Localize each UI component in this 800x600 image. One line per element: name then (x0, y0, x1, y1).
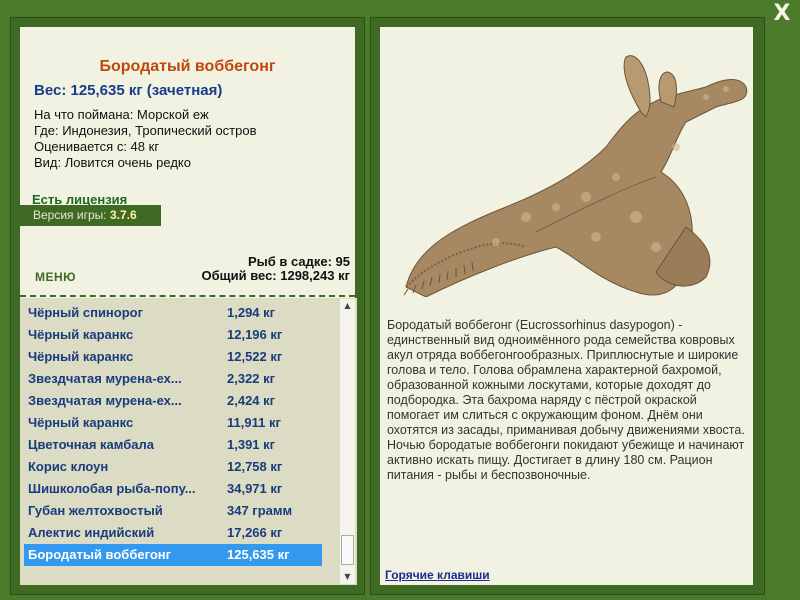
wobbegong-body (403, 55, 748, 297)
catch-fish-name: Звездчатая мурена-ех... (28, 393, 182, 408)
catch-fish-name: Чёрный каранкс (28, 327, 134, 342)
catch-fish-name: Губан желтохвостый (28, 503, 163, 518)
close-button[interactable]: X (772, 3, 792, 25)
catch-list-row[interactable]: Цветочная камбала 1,391 кг (24, 434, 322, 456)
catch-list-row[interactable]: Чёрный каранкс 12,522 кг (24, 346, 322, 368)
catch-list-items: Чёрный спинорог 1,294 кг Чёрный каранкс 12,… (20, 298, 340, 585)
catch-list-row[interactable]: Корис клоун 12,758 кг (24, 456, 322, 478)
catch-list-row[interactable]: Шишколобая рыба-попу... 34,971 кг (24, 478, 322, 500)
catch-fish-weight: 17,266 кг (227, 525, 283, 540)
catch-fish-name: Чёрный спинорог (28, 305, 144, 320)
menu-button[interactable]: МЕНЮ (35, 270, 76, 284)
catch-fish-weight: 34,971 кг (227, 481, 283, 496)
catch-fish-name: Чёрный каранкс (28, 415, 134, 430)
scrollbar-thumb[interactable] (341, 535, 354, 565)
hotkeys-link[interactable]: Горячие клавиши (385, 568, 490, 582)
left-panel: Бородатый воббегонг Вес: 125,635 кг (зач… (10, 17, 365, 595)
fish-rarity: Вид: Ловится очень редко (34, 155, 191, 170)
catch-fish-weight: 2,424 кг (227, 393, 276, 408)
catch-fish-name: Шишколобая рыба-попу... (28, 481, 196, 496)
catch-list-row[interactable]: Звездчатая мурена-ех... 2,322 кг (24, 368, 322, 390)
catch-fish-name: Корис клоун (28, 459, 109, 474)
catch-list-row[interactable]: Звездчатая мурена-ех... 2,424 кг (24, 390, 322, 412)
wobbegong-image (403, 55, 748, 297)
fish-value: Оценивается с: 48 кг (34, 139, 160, 154)
catch-fish-weight: 125,635 кг (227, 547, 290, 562)
scrollbar[interactable]: ▲ ▼ (340, 299, 355, 584)
fish-info-card: Бородатый воббегонг Вес: 125,635 кг (зач… (19, 27, 355, 298)
total-weight: Общий вес: 1298,243 кг (201, 268, 350, 283)
fish-description: Бородатый воббегонг (Eucrossorhinus dasy… (387, 318, 745, 482)
fish-location: Где: Индонезия, Тропический остров (34, 123, 257, 138)
catch-fish-weight: 1,294 кг (227, 305, 276, 320)
catch-list: Чёрный спинорог 1,294 кг Чёрный каранкс 12,… (20, 298, 357, 585)
catch-fish-weight: 1,391 кг (227, 437, 276, 452)
fish-bait: На что поймана: Морской еж (34, 107, 209, 122)
version-number: 3.7.6 (109, 208, 137, 222)
fish-detail-card: Бородатый воббегонг (Eucrossorhinus dasy… (380, 27, 753, 585)
catch-fish-name: Бородатый воббегонг (28, 547, 172, 562)
version-badge: Версия игры: 3.7.6 (19, 205, 161, 226)
catch-fish-name: Алектис индийский (28, 525, 155, 540)
catch-fish-weight: 12,522 кг (227, 349, 283, 364)
catch-list-row[interactable]: Алектис индийский 17,266 кг (24, 522, 322, 544)
right-panel: Бородатый воббегонг (Eucrossorhinus dasy… (370, 17, 765, 595)
catch-fish-name: Цветочная камбала (28, 437, 154, 452)
catch-fish-weight: 347 грамм (227, 503, 293, 518)
catch-fish-name: Звездчатая мурена-ех... (28, 371, 182, 386)
fish-weight: Вес: 125,635 кг (зачетная) (34, 82, 223, 99)
catch-fish-name: Чёрный каранкс (28, 349, 134, 364)
fish-count: Рыб в садке: 95 (247, 254, 350, 269)
scroll-up-arrow-icon[interactable]: ▲ (340, 299, 355, 313)
catch-list-row[interactable]: Губан желтохвостый 347 грамм (24, 500, 322, 522)
scroll-down-arrow-icon[interactable]: ▼ (340, 570, 355, 584)
catch-fish-weight: 11,911 кг (227, 415, 281, 430)
divider (20, 295, 355, 297)
fish-name: Бородатый воббегонг (99, 58, 276, 75)
version-label: Версия игры: (33, 208, 110, 222)
catch-list-row[interactable]: Чёрный каранкс 11,911 кг (24, 412, 322, 434)
catch-list-row[interactable]: Чёрный спинорог 1,294 кг (24, 302, 322, 324)
catch-fish-weight: 12,758 кг (227, 459, 283, 474)
catch-fish-weight: 2,322 кг (227, 371, 276, 386)
catch-list-row[interactable]: Чёрный каранкс 12,196 кг (24, 324, 322, 346)
catch-list-row[interactable]: Бородатый воббегонг 125,635 кг (24, 544, 322, 566)
catch-fish-weight: 12,196 кг (227, 327, 283, 342)
